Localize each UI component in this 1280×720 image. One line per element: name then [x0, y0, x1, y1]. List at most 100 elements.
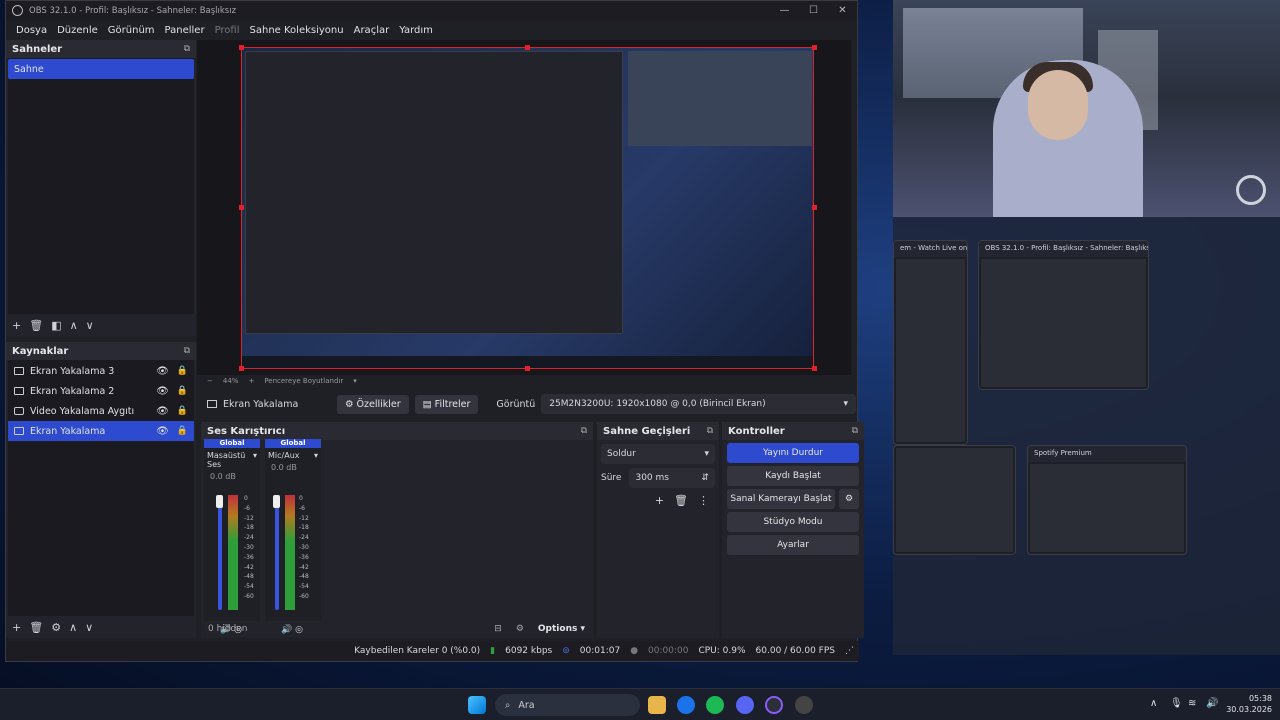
spin-arrows-icon[interactable]: ⇵ [701, 473, 709, 483]
preview-canvas[interactable] [241, 47, 814, 369]
display-select[interactable]: 25M2N3200U: 1920x1080 @ 0,0 (Birincil Ek… [541, 394, 856, 414]
transition-select[interactable]: Soldur ▾ [601, 444, 715, 464]
settings-app-icon[interactable] [795, 696, 813, 714]
more-icon[interactable]: ⋮ [698, 494, 709, 507]
undock-icon[interactable]: ⧉ [184, 44, 190, 54]
discord-icon[interactable] [736, 696, 754, 714]
visibility-icon[interactable]: 👁 [156, 406, 169, 417]
lock-icon[interactable]: 🔒 [177, 426, 188, 436]
source-item[interactable]: Ekran Yakalama 2 👁 🔒 [8, 381, 194, 401]
camera-icon [14, 407, 24, 415]
zoom-out-icon[interactable]: − [207, 377, 213, 385]
volume-knob[interactable] [216, 495, 223, 508]
visibility-icon[interactable]: 👁 [156, 426, 169, 437]
resize-grip-icon[interactable]: ⋰ [840, 646, 859, 656]
channel-name-select[interactable]: Masaüstü Ses ▾ [204, 448, 260, 472]
start-virtual-camera-button[interactable]: Sanal Kamerayı Başlat [727, 489, 835, 509]
menu-help[interactable]: Yardım [394, 25, 438, 36]
remove-transition-icon[interactable]: 🗑 [674, 494, 688, 507]
visibility-icon[interactable]: 👁 [156, 366, 169, 377]
source-settings-icon[interactable]: ⚙ [51, 621, 61, 634]
volume-icon[interactable]: 🔊 [1206, 698, 1218, 709]
channel-global-badge: Global [204, 439, 260, 448]
volume-slider[interactable] [275, 495, 279, 610]
scene-item[interactable]: Sahne [8, 59, 194, 79]
resize-handle[interactable] [812, 205, 817, 210]
resize-handle[interactable] [239, 205, 244, 210]
current-source-label: Ekran Yakalama [223, 398, 299, 410]
remove-scene-icon[interactable]: 🗑 [29, 319, 43, 332]
menu-scene-collection[interactable]: Sahne Koleksiyonu [245, 25, 349, 36]
source-item[interactable]: Video Yakalama Aygıtı 👁 🔒 [8, 401, 194, 421]
layout-icon[interactable]: ⊟ [494, 624, 502, 634]
scene-filter-icon[interactable]: ◧ [51, 319, 61, 332]
menu-file[interactable]: Dosya [11, 25, 52, 36]
clock[interactable]: 05:38 30.03.2026 [1226, 693, 1272, 715]
lock-icon[interactable]: 🔒 [177, 366, 188, 376]
task-thumb-obs[interactable]: OBS 32.1.0 - Profil: Başlıksız - Sahnele… [978, 240, 1149, 390]
menu-view[interactable]: Görünüm [103, 25, 160, 36]
chevron-down-icon[interactable]: ▾ [353, 377, 357, 385]
spotify-icon[interactable] [706, 696, 724, 714]
lock-icon[interactable]: 🔒 [177, 386, 188, 396]
move-down-icon[interactable]: ∨ [85, 621, 93, 634]
undock-icon[interactable]: ⧉ [852, 426, 858, 436]
add-source-icon[interactable]: + [12, 621, 21, 634]
source-item[interactable]: Ekran Yakalama 3 👁 🔒 [8, 361, 194, 381]
wifi-icon[interactable]: ≋ [1188, 698, 1196, 709]
add-transition-icon[interactable]: + [655, 494, 664, 507]
settings-button[interactable]: Ayarlar [727, 535, 859, 555]
program-preview[interactable] [197, 40, 851, 375]
cpu-usage: CPU: 0.9% [698, 646, 746, 656]
resize-handle[interactable] [812, 366, 817, 371]
channel-name-select[interactable]: Mic/Aux ▾ [265, 448, 321, 463]
move-down-icon[interactable]: ∨ [86, 319, 94, 332]
zoom-in-icon[interactable]: + [248, 377, 254, 385]
microphone-icon[interactable]: 🎙 [1170, 698, 1183, 709]
filters-button[interactable]: ▤ Filtreler [414, 394, 479, 414]
volume-knob[interactable] [273, 495, 280, 508]
menu-edit[interactable]: Düzenle [52, 25, 103, 36]
virtual-camera-settings-icon[interactable]: ⚙ [839, 489, 859, 509]
visibility-icon[interactable]: 👁 [156, 386, 169, 397]
options-button[interactable]: Options ▾ [538, 624, 585, 634]
source-item[interactable]: Ekran Yakalama 👁 🔒 [8, 421, 194, 441]
undock-icon[interactable]: ⧉ [707, 426, 713, 436]
menu-tools[interactable]: Araçlar [349, 25, 395, 36]
resize-handle[interactable] [812, 45, 817, 50]
file-explorer-icon[interactable] [648, 696, 666, 714]
chrome-icon[interactable] [677, 696, 695, 714]
move-up-icon[interactable]: ∧ [70, 319, 78, 332]
chevron-up-icon[interactable]: ∧ [1150, 698, 1157, 709]
lock-icon[interactable]: 🔒 [177, 406, 188, 416]
move-up-icon[interactable]: ∧ [69, 621, 77, 634]
obs-app-icon[interactable] [765, 696, 783, 714]
volume-slider[interactable] [218, 495, 222, 610]
task-thumb-browser[interactable]: em - Watch Live on Kick - G... [893, 240, 968, 445]
studio-mode-button[interactable]: Stüdyo Modu [727, 512, 859, 532]
stop-stream-button[interactable]: Yayını Durdur [727, 443, 859, 463]
menu-docks[interactable]: Paneller [160, 25, 210, 36]
resize-handle[interactable] [525, 45, 530, 50]
fit-to-window[interactable]: Pencereye Boyutlandır [264, 377, 343, 385]
resize-handle[interactable] [239, 45, 244, 50]
maximize-icon[interactable]: ☐ [799, 5, 828, 16]
task-thumb-spotify[interactable]: Spotify Premium [1027, 445, 1187, 555]
mixer-settings-icon[interactable]: ⚙ [516, 624, 524, 634]
windows-start-icon[interactable] [468, 696, 486, 714]
properties-button[interactable]: ⚙ Özellikler [337, 394, 409, 414]
resize-handle[interactable] [239, 366, 244, 371]
remove-source-icon[interactable]: 🗑 [29, 621, 43, 634]
undock-icon[interactable]: ⧉ [581, 426, 587, 436]
resize-handle[interactable] [525, 366, 530, 371]
undock-icon[interactable]: ⧉ [184, 346, 190, 356]
duration-stepper[interactable]: 300 ms ⇵ [629, 468, 715, 488]
taskbar-search[interactable]: ⌕ Ara [495, 694, 640, 716]
add-scene-icon[interactable]: + [12, 319, 21, 332]
menu-profile[interactable]: Profil [210, 25, 245, 36]
close-icon[interactable]: ✕ [828, 5, 857, 16]
start-recording-button[interactable]: Kaydı Başlat [727, 466, 859, 486]
task-thumb-chat[interactable] [893, 445, 1016, 555]
taskbar: ⌕ Ara ∧ 🎙 ≋ 🔊 05:38 30.03.2026 [0, 688, 1280, 720]
minimize-icon[interactable]: — [770, 5, 799, 16]
